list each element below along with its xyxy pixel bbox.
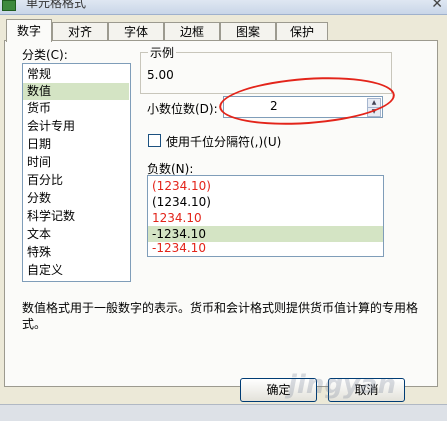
category-item-time[interactable]: 时间 [27,154,127,171]
negative-listbox[interactable]: (1234.10) (1234.10) 1234.10 -1234.10 -12… [147,175,384,257]
category-listbox[interactable]: 常规 数值 货币 会计专用 日期 时间 百分比 分数 科学记数 文本 特殊 自定… [22,63,131,282]
category-item-fraction[interactable]: 分数 [27,190,127,207]
category-item-special[interactable]: 特殊 [27,244,127,261]
tab-font[interactable]: 字体 [108,22,164,41]
sample-group [140,52,392,94]
negative-item-selected[interactable]: -1234.10 [148,226,383,242]
thousands-separator-label: 使用千位分隔符(,)(U) [166,135,282,149]
window-title: 单元格格式 [26,0,87,10]
app-icon [2,0,16,11]
tab-protection[interactable]: 保护 [276,22,328,41]
decimals-input[interactable]: 2 [270,99,278,113]
tab-pattern[interactable]: 图案 [220,22,276,41]
tab-border[interactable]: 边框 [164,22,220,41]
tab-alignment[interactable]: 对齐 [52,22,108,41]
negative-item[interactable]: 1234.10 [148,210,383,226]
category-item-percentage[interactable]: 百分比 [27,172,127,189]
spin-down-icon[interactable]: ▼ [367,107,381,117]
category-item-accounting[interactable]: 会计专用 [27,118,127,135]
title-bar: 单元格格式 ✕ [0,0,447,15]
format-description: 数值格式用于一般数字的表示。货币和会计格式则提供货币值计算的专用格式。 [22,301,419,331]
tab-number[interactable]: 数字 [6,19,52,42]
decimals-stepper[interactable]: 2 ▲ ▼ [223,96,383,118]
close-icon[interactable]: ✕ [431,0,443,12]
category-label: 分类(C): [22,48,68,62]
cancel-button[interactable]: 取消 [328,378,405,402]
sample-value: 5.00 [147,68,174,82]
category-item-custom[interactable]: 自定义 [27,262,127,279]
category-item-date[interactable]: 日期 [27,136,127,153]
decimals-label: 小数位数(D): [147,102,218,116]
sample-label: 示例 [148,44,177,61]
background-strip [0,404,447,421]
thousands-separator-checkbox[interactable] [148,134,161,147]
category-item-general[interactable]: 常规 [27,66,127,83]
category-item-number[interactable]: 数值 [23,83,129,100]
category-item-scientific[interactable]: 科学记数 [27,208,127,225]
negative-item[interactable]: (1234.10) [148,194,383,210]
ok-button[interactable]: 确定 [240,378,317,402]
negative-item[interactable]: (1234.10) [148,178,383,194]
negative-item[interactable]: -1234.10 [148,242,383,254]
category-item-currency[interactable]: 货币 [27,100,127,117]
category-item-text[interactable]: 文本 [27,226,127,243]
